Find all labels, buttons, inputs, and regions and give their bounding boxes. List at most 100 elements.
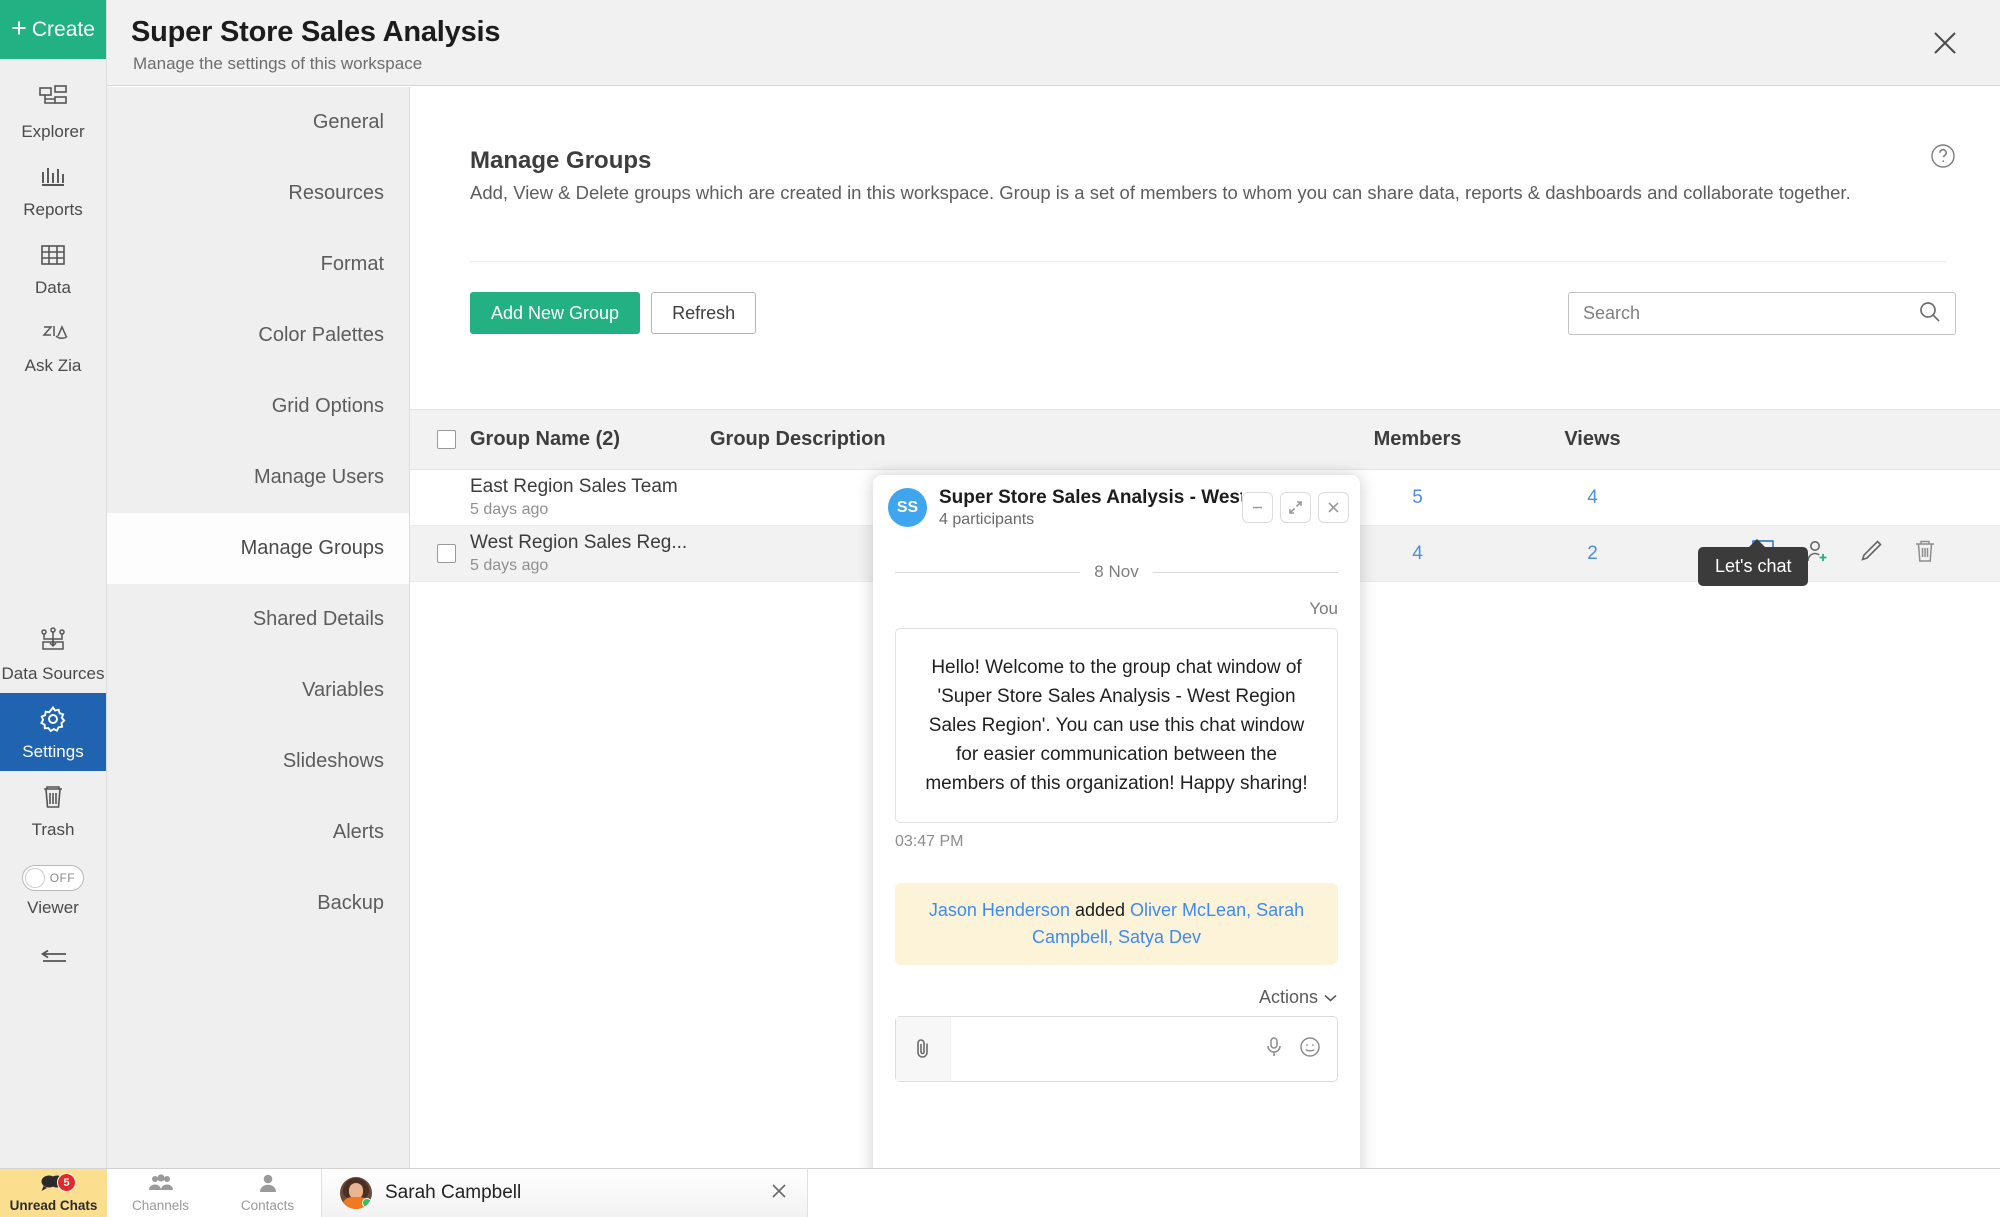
- viewer-toggle[interactable]: OFF: [22, 865, 84, 891]
- views-count-link[interactable]: 2: [1587, 543, 1598, 564]
- settings-item-label: Format: [321, 253, 384, 276]
- settings-item-label: Resources: [288, 182, 384, 205]
- section-description: Add, View & Delete groups which are crea…: [470, 180, 1925, 207]
- taskbar-tab-label: Unread Chats: [10, 1198, 98, 1213]
- taskbar-tab-unread-chats[interactable]: 5 Unread Chats: [0, 1169, 107, 1217]
- taskbar-active-chat[interactable]: Sarah Campbell: [321, 1169, 808, 1217]
- settings-item-label: Shared Details: [253, 608, 384, 631]
- message-input[interactable]: [951, 1017, 1263, 1081]
- settings-item-slideshows[interactable]: Slideshows: [107, 726, 409, 797]
- create-button[interactable]: + Create: [0, 0, 106, 59]
- section-divider: [470, 261, 1946, 262]
- group-name-cell: East Region Sales Team 5 days ago: [470, 476, 710, 520]
- edit-icon[interactable]: [1858, 538, 1884, 569]
- settings-item-manage-groups[interactable]: Manage Groups: [107, 513, 409, 584]
- settings-item-color-palettes[interactable]: Color Palettes: [107, 300, 409, 371]
- settings-item-label: General: [313, 111, 384, 134]
- mic-icon[interactable]: [1263, 1036, 1285, 1063]
- settings-item-general[interactable]: General: [107, 87, 409, 158]
- members-count-link[interactable]: 4: [1412, 543, 1423, 564]
- settings-item-label: Backup: [317, 892, 384, 915]
- settings-item-alerts[interactable]: Alerts: [107, 797, 409, 868]
- row-checkbox[interactable]: [437, 544, 456, 563]
- sidebar-label: Trash: [32, 820, 75, 839]
- attach-icon[interactable]: [896, 1017, 951, 1081]
- column-header-group-description[interactable]: Group Description: [710, 428, 1330, 451]
- close-settings-button[interactable]: [1928, 26, 1962, 60]
- contacts-icon: [254, 1173, 282, 1196]
- system-targets[interactable]: Oliver McLean, Sarah Campbell, Satya Dev: [1032, 900, 1304, 947]
- data-icon: [37, 239, 69, 271]
- search-icon[interactable]: [1918, 300, 1941, 328]
- settings-menu: General Resources Format Color Palettes …: [107, 87, 410, 1217]
- emoji-icon[interactable]: [1299, 1036, 1321, 1063]
- minimize-icon[interactable]: [1242, 492, 1273, 523]
- settings-item-label: Variables: [302, 679, 384, 702]
- views-count-link[interactable]: 4: [1587, 487, 1598, 508]
- members-count-link[interactable]: 5: [1412, 487, 1423, 508]
- chat-window-header: SS Super Store Sales Analysis - West 4 p…: [873, 475, 1360, 540]
- select-all-checkbox[interactable]: [437, 430, 456, 449]
- row-select-cell: [410, 544, 470, 563]
- sidebar-item-data-sources[interactable]: Data Sources: [0, 615, 106, 693]
- sidebar-item-trash[interactable]: Trash: [0, 771, 106, 849]
- search-box[interactable]: [1568, 292, 1956, 335]
- sidebar-item-settings[interactable]: Settings: [0, 693, 106, 771]
- settings-item-label: Color Palettes: [258, 324, 384, 347]
- settings-item-variables[interactable]: Variables: [107, 655, 409, 726]
- settings-item-backup[interactable]: Backup: [107, 868, 409, 939]
- settings-item-manage-users[interactable]: Manage Users: [107, 442, 409, 513]
- section-title: Manage Groups: [470, 147, 651, 175]
- close-icon[interactable]: [769, 1181, 789, 1205]
- expand-icon[interactable]: [1280, 492, 1311, 523]
- column-header-views[interactable]: Views: [1505, 428, 1680, 451]
- settings-item-grid-options[interactable]: Grid Options: [107, 371, 409, 442]
- avatar: [340, 1177, 372, 1209]
- taskbar-tab-contacts[interactable]: Contacts: [214, 1169, 321, 1217]
- ask-zia-icon: [37, 317, 69, 349]
- message-composer[interactable]: [895, 1016, 1338, 1082]
- refresh-button[interactable]: Refresh: [651, 292, 756, 334]
- actions-dropdown[interactable]: Actions: [895, 987, 1338, 1008]
- system-verb: added: [1075, 900, 1125, 920]
- system-actor[interactable]: Jason Henderson: [929, 900, 1070, 920]
- column-header-members[interactable]: Members: [1330, 428, 1505, 451]
- close-icon[interactable]: [1318, 492, 1349, 523]
- group-name: West Region Sales Reg...: [470, 532, 710, 554]
- viewer-label: Viewer: [27, 898, 79, 917]
- reports-icon: [37, 161, 69, 193]
- taskbar-tab-label: Channels: [132, 1198, 189, 1213]
- settings-item-format[interactable]: Format: [107, 229, 409, 300]
- column-header-group-name[interactable]: Group Name (2): [470, 428, 710, 451]
- sidebar-item-data[interactable]: Data: [0, 229, 106, 307]
- help-icon[interactable]: [1930, 143, 1956, 174]
- left-nav-rail: + Create Explorer Reports: [0, 0, 107, 1217]
- taskbar-tab-label: Contacts: [241, 1198, 294, 1213]
- sidebar-item-reports[interactable]: Reports: [0, 151, 106, 229]
- chat-participants: 4 participants: [939, 511, 1242, 529]
- delete-icon[interactable]: [1912, 538, 1938, 569]
- settings-item-resources[interactable]: Resources: [107, 158, 409, 229]
- avatar: SS: [888, 488, 927, 527]
- sidebar-item-explorer[interactable]: Explorer: [0, 73, 106, 151]
- settings-item-label: Alerts: [333, 821, 384, 844]
- add-new-group-button[interactable]: Add New Group: [470, 292, 640, 334]
- search-input[interactable]: [1583, 303, 1918, 324]
- group-timestamp: 5 days ago: [470, 557, 710, 575]
- page-title: Super Store Sales Analysis: [131, 16, 500, 49]
- actions-label: Actions: [1259, 987, 1318, 1007]
- collapse-sidebar-button[interactable]: [0, 927, 106, 976]
- divider-line: [1153, 572, 1338, 573]
- viewer-toggle-group[interactable]: OFF Viewer: [0, 855, 106, 927]
- channels-icon: [147, 1173, 175, 1196]
- divider-line: [895, 572, 1080, 573]
- taskbar-tab-channels[interactable]: Channels: [107, 1169, 214, 1217]
- group-name-cell: West Region Sales Reg... 5 days ago: [470, 532, 710, 576]
- sidebar-item-ask-zia[interactable]: Ask Zia: [0, 307, 106, 385]
- toggle-state-label: OFF: [50, 871, 75, 885]
- taskbar-empty-area: [808, 1169, 2000, 1217]
- settings-item-shared-details[interactable]: Shared Details: [107, 584, 409, 655]
- page-subtitle: Manage the settings of this workspace: [133, 54, 422, 74]
- chevron-down-icon: [1323, 987, 1338, 1007]
- toolbar: Add New Group Refresh: [470, 292, 756, 334]
